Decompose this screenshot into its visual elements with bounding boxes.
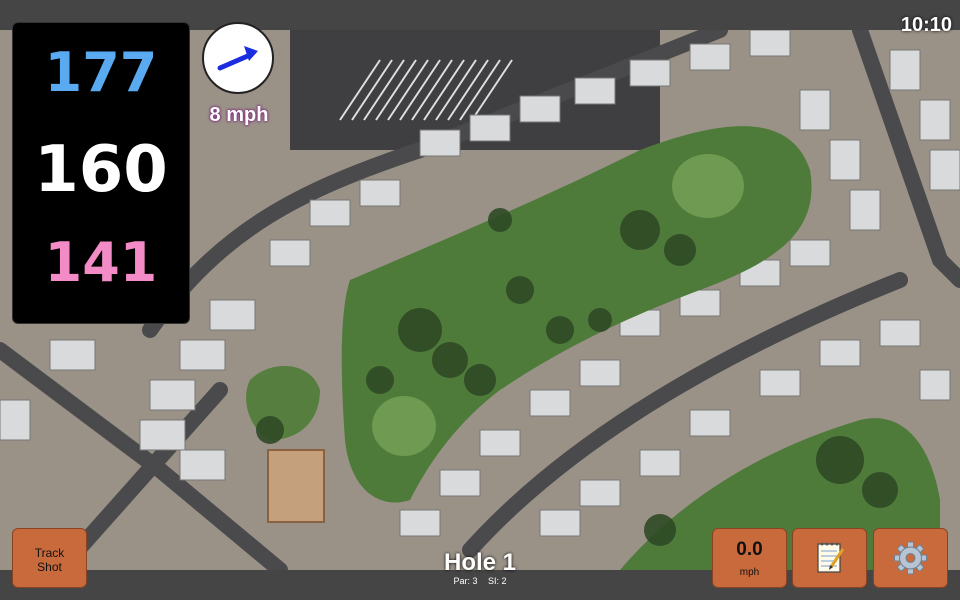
- track-shot-button[interactable]: Track Shot: [12, 528, 87, 588]
- notepad-icon: [817, 542, 845, 573]
- gear-icon: [894, 541, 927, 575]
- speed-unit: mph: [739, 567, 760, 578]
- wind-speed-label: 8 mph: [209, 104, 269, 126]
- hole-par: Par: 3: [453, 576, 478, 586]
- track-shot-label: Track Shot: [34, 546, 65, 574]
- hole-details: Par: 3 SI: 2: [380, 576, 580, 586]
- hole-stroke-index: SI: 2: [488, 576, 507, 586]
- yardage-back: 177: [44, 41, 158, 104]
- settings-button[interactable]: [873, 528, 948, 588]
- wind-indicator: [202, 22, 274, 94]
- speed-value: 0.0: [736, 539, 763, 560]
- hole-title: Hole 1: [443, 549, 517, 576]
- clock: 10:10: [900, 14, 952, 36]
- yardage-front: 141: [44, 231, 158, 294]
- yardage-panel: 177 160 141: [12, 22, 190, 324]
- notes-button[interactable]: [792, 528, 867, 588]
- speed-button[interactable]: 0.0 mph: [712, 528, 787, 588]
- yardage-middle: 160: [34, 133, 168, 207]
- hole-info: Hole 1 Par: 3 SI: 2: [380, 549, 580, 587]
- wind-arrow-icon: [217, 46, 258, 71]
